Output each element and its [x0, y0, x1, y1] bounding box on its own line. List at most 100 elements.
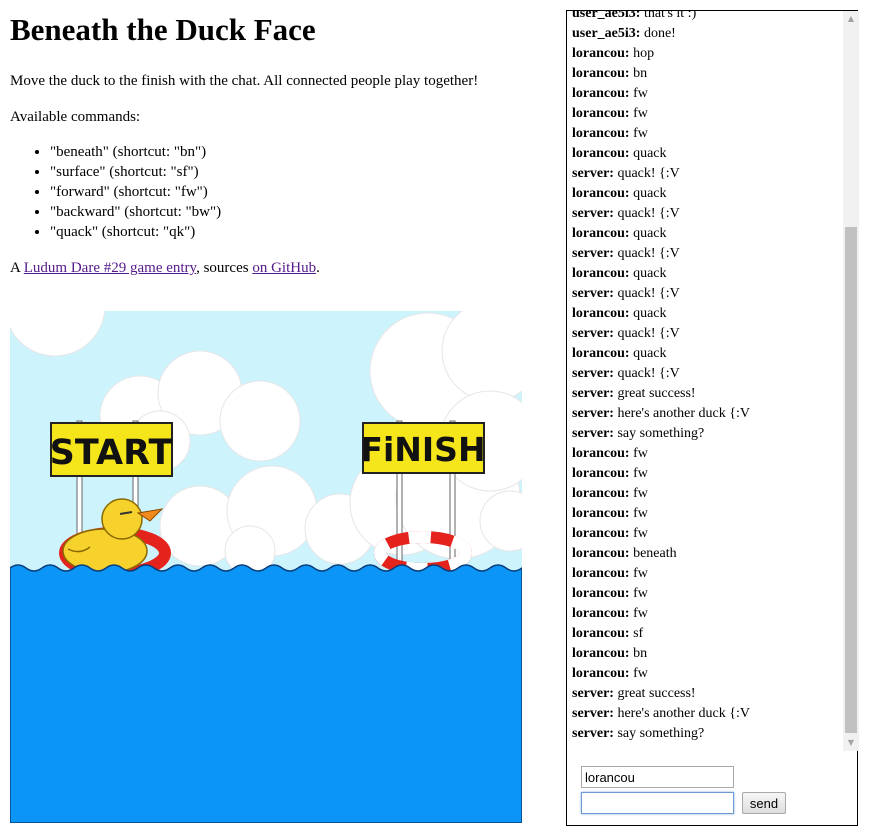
chat-message: lorancou: fw — [572, 584, 840, 604]
chat-message-user: lorancou: — [572, 586, 630, 601]
chat-message: lorancou: sf — [572, 624, 840, 644]
chat-message-text: that's it :) — [643, 11, 697, 21]
chat-message: lorancou: fw — [572, 604, 840, 624]
chat-message: server: quack! {:V — [572, 324, 840, 344]
chat-message-user: user_ae5i3: — [572, 26, 641, 41]
commands-heading: Available commands: — [10, 109, 141, 125]
chat-message-text: here's another duck {:V — [617, 706, 750, 721]
chat-message-text: fw — [633, 106, 648, 121]
chat-message: lorancou: quack — [572, 264, 840, 284]
chat-scrollbar[interactable]: ▲ ▼ — [843, 11, 859, 751]
chat-message-text: quack — [633, 346, 667, 361]
chat-message: lorancou: beneath — [572, 544, 840, 564]
chat-message-text: bn — [633, 66, 648, 81]
chat-message-user: server: — [572, 366, 614, 381]
game-canvas[interactable]: START FiNISH — [10, 311, 522, 823]
chat-message-user: server: — [572, 426, 614, 441]
command-item: "surface" (shortcut: "sf") — [50, 162, 550, 182]
chat-message-user: lorancou: — [572, 226, 630, 241]
chat-message: server: say something? — [572, 424, 840, 444]
page-content: Beneath the Duck Face Move the duck to t… — [10, 0, 550, 278]
chat-panel: user_ae5i3: that's it :) user_ae5i3: done… — [566, 10, 859, 826]
chat-message-text: fw — [633, 126, 648, 141]
chat-message-text: bn — [633, 646, 648, 661]
chat-message-user: lorancou: — [572, 346, 630, 361]
chat-message: lorancou: bn — [572, 644, 840, 664]
chat-message-text: quack — [633, 226, 667, 241]
chat-message-text: hop — [633, 46, 655, 61]
chat-message: lorancou: fw — [572, 444, 840, 464]
chat-message: lorancou: fw — [572, 484, 840, 504]
chat-message-text: fw — [633, 466, 648, 481]
chat-message-user: lorancou: — [572, 546, 630, 561]
chat-message: lorancou: fw — [572, 124, 840, 144]
chat-message-user: lorancou: — [572, 626, 630, 641]
chat-messages: user_ae5i3: that's it :) user_ae5i3: done… — [572, 11, 840, 744]
chat-message-text: fw — [633, 666, 648, 681]
chat-message-user: server: — [572, 206, 614, 221]
chat-message-user: lorancou: — [572, 566, 630, 581]
chat-message-user: lorancou: — [572, 606, 630, 621]
chat-message-text: here's another duck {:V — [617, 406, 750, 421]
chat-log[interactable]: user_ae5i3: that's it :) user_ae5i3: done… — [567, 11, 843, 751]
command-item: "forward" (shortcut: "fw") — [50, 182, 550, 202]
chat-message: lorancou: fw — [572, 524, 840, 544]
water — [10, 564, 522, 823]
chat-message: lorancou: fw — [572, 104, 840, 124]
chat-message-text: say something? — [617, 426, 705, 441]
chat-message-user: lorancou: — [572, 186, 630, 201]
github-link[interactable]: on GitHub — [252, 260, 316, 276]
chat-message-text: great success! — [617, 686, 696, 701]
command-item: "quack" (shortcut: "qk") — [50, 222, 550, 242]
chat-message: lorancou: fw — [572, 564, 840, 584]
page-title: Beneath the Duck Face — [10, 12, 316, 47]
chat-message-text: sf — [633, 626, 644, 641]
chat-message-user: lorancou: — [572, 266, 630, 281]
chat-message-user: server: — [572, 406, 614, 421]
chat-message: lorancou: fw — [572, 84, 840, 104]
game-scene: START FiNISH — [10, 311, 522, 823]
credits-suffix: . — [316, 260, 320, 276]
chat-message-text: quack! {:V — [617, 206, 680, 221]
chat-message-text: done! — [643, 26, 676, 41]
chat-message-text: quack! {:V — [617, 286, 680, 301]
username-input[interactable] — [581, 766, 734, 788]
credits-middle: , sources — [196, 260, 253, 276]
chat-message: server: here's another duck {:V — [572, 404, 840, 424]
chat-message-user: lorancou: — [572, 306, 630, 321]
chat-message-text: fw — [633, 586, 648, 601]
chat-message-user: lorancou: — [572, 466, 630, 481]
chat-message: server: quack! {:V — [572, 204, 840, 224]
chat-message-user: lorancou: — [572, 86, 630, 101]
chat-message-user: lorancou: — [572, 66, 630, 81]
chat-message: lorancou: fw — [572, 464, 840, 484]
send-button[interactable]: send — [742, 792, 786, 814]
chat-message: server: quack! {:V — [572, 364, 840, 384]
chat-message: server: quack! {:V — [572, 284, 840, 304]
chat-message-user: server: — [572, 726, 614, 741]
scroll-thumb[interactable] — [845, 227, 857, 733]
chat-message-user: server: — [572, 706, 614, 721]
chat-message-user: lorancou: — [572, 106, 630, 121]
ludum-dare-link[interactable]: Ludum Dare #29 game entry — [24, 260, 196, 276]
scroll-down-icon[interactable]: ▼ — [843, 735, 859, 751]
chat-message-text: fw — [633, 566, 648, 581]
scroll-up-icon[interactable]: ▲ — [843, 11, 859, 27]
chat-message: lorancou: fw — [572, 504, 840, 524]
chat-message-user: server: — [572, 166, 614, 181]
chat-message-text: fw — [633, 446, 648, 461]
message-input[interactable] — [581, 792, 734, 814]
chat-message-user: lorancou: — [572, 666, 630, 681]
chat-message-text: quack! {:V — [617, 166, 680, 181]
chat-message-text: fw — [633, 606, 648, 621]
chat-message: lorancou: quack — [572, 304, 840, 324]
chat-message-user: server: — [572, 246, 614, 261]
chat-message-user: lorancou: — [572, 526, 630, 541]
chat-message-user: user_ae5i3: — [572, 11, 641, 21]
chat-message-user: lorancou: — [572, 46, 630, 61]
chat-message-text: fw — [633, 86, 648, 101]
commands-list: "beneath" (shortcut: "bn") "surface" (sh… — [10, 142, 550, 242]
chat-message-user: lorancou: — [572, 446, 630, 461]
credits-prefix: A — [10, 260, 24, 276]
chat-message: server: great success! — [572, 684, 840, 704]
